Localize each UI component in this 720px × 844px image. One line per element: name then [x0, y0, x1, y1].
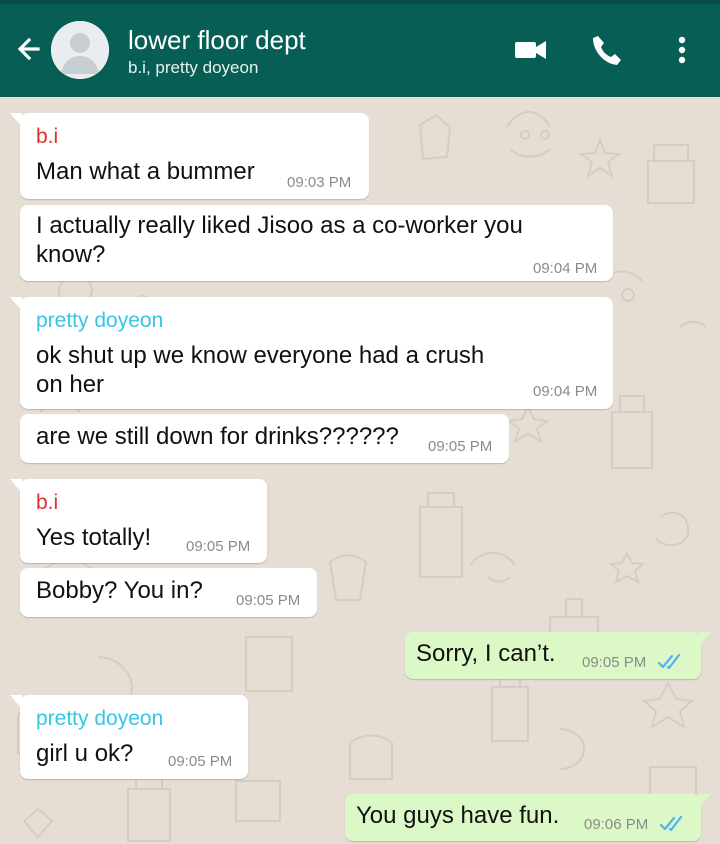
- message-text: Yes totally!: [36, 524, 152, 551]
- chat-header: lower floor dept b.i, pretty doyeon: [0, 4, 720, 97]
- sender-name: pretty doyeon: [36, 309, 164, 332]
- message-time: 09:06 PM: [584, 816, 649, 833]
- message-text: Man what a bummer: [36, 158, 255, 185]
- message-text: Bobby? You in?: [36, 577, 203, 604]
- double-check-icon: [660, 815, 683, 832]
- message-list[interactable]: b.i Man what a bummer 09:03 PM I actuall…: [0, 97, 720, 844]
- message-time: 09:05 PM: [168, 753, 233, 770]
- message-time: 09:05 PM: [582, 654, 647, 671]
- double-check-icon: [658, 653, 681, 670]
- sender-name: b.i: [36, 491, 59, 514]
- incoming-message[interactable]: pretty doyeon ok shut up we know everyon…: [10, 297, 613, 409]
- outgoing-message[interactable]: Sorry, I can’t. 09:05 PM: [405, 632, 711, 679]
- message-time: 09:05 PM: [236, 592, 301, 609]
- message-text: I actually really liked Jisoo as a co-wo…: [36, 212, 530, 268]
- sender-name: pretty doyeon: [36, 707, 164, 730]
- message-text: ok shut up we know everyone had a crush …: [36, 342, 491, 398]
- incoming-message[interactable]: b.i Man what a bummer 09:03 PM: [10, 113, 369, 199]
- participants-subtitle[interactable]: b.i, pretty doyeon: [128, 58, 258, 78]
- incoming-message[interactable]: I actually really liked Jisoo as a co-wo…: [20, 205, 613, 281]
- back-arrow-icon[interactable]: [12, 31, 48, 67]
- message-text: girl u ok?: [36, 740, 134, 767]
- incoming-message[interactable]: pretty doyeon girl u ok? 09:05 PM: [10, 695, 248, 779]
- bubble-tail: [10, 695, 22, 709]
- video-call-icon[interactable]: [513, 32, 549, 68]
- message-time: 09:05 PM: [186, 538, 251, 555]
- sender-name: b.i: [36, 125, 59, 148]
- incoming-message[interactable]: b.i Yes totally! 09:05 PM: [10, 479, 267, 563]
- message-time: 09:04 PM: [533, 383, 598, 400]
- bubble-tail: [10, 297, 22, 311]
- message-text: are we still down for drinks??????: [36, 423, 399, 450]
- message-time: 09:05 PM: [428, 438, 493, 455]
- incoming-message[interactable]: Bobby? You in? 09:05 PM: [20, 568, 317, 617]
- message-time: 09:03 PM: [287, 174, 352, 191]
- outgoing-message[interactable]: You guys have fun. 09:06 PM: [345, 794, 711, 841]
- message-text: You guys have fun.: [356, 802, 560, 829]
- phone-icon[interactable]: [589, 32, 625, 68]
- bubble-tail: [699, 632, 711, 646]
- bubble-tail: [699, 794, 711, 808]
- bubble-tail: [10, 479, 22, 493]
- message-text: Sorry, I can’t.: [416, 640, 556, 667]
- chat-title[interactable]: lower floor dept: [128, 25, 306, 56]
- message-time: 09:04 PM: [533, 260, 598, 277]
- bubble-tail: [10, 113, 22, 127]
- more-options-icon[interactable]: [664, 32, 700, 68]
- group-avatar[interactable]: [51, 21, 109, 79]
- incoming-message[interactable]: are we still down for drinks?????? 09:05…: [20, 414, 509, 463]
